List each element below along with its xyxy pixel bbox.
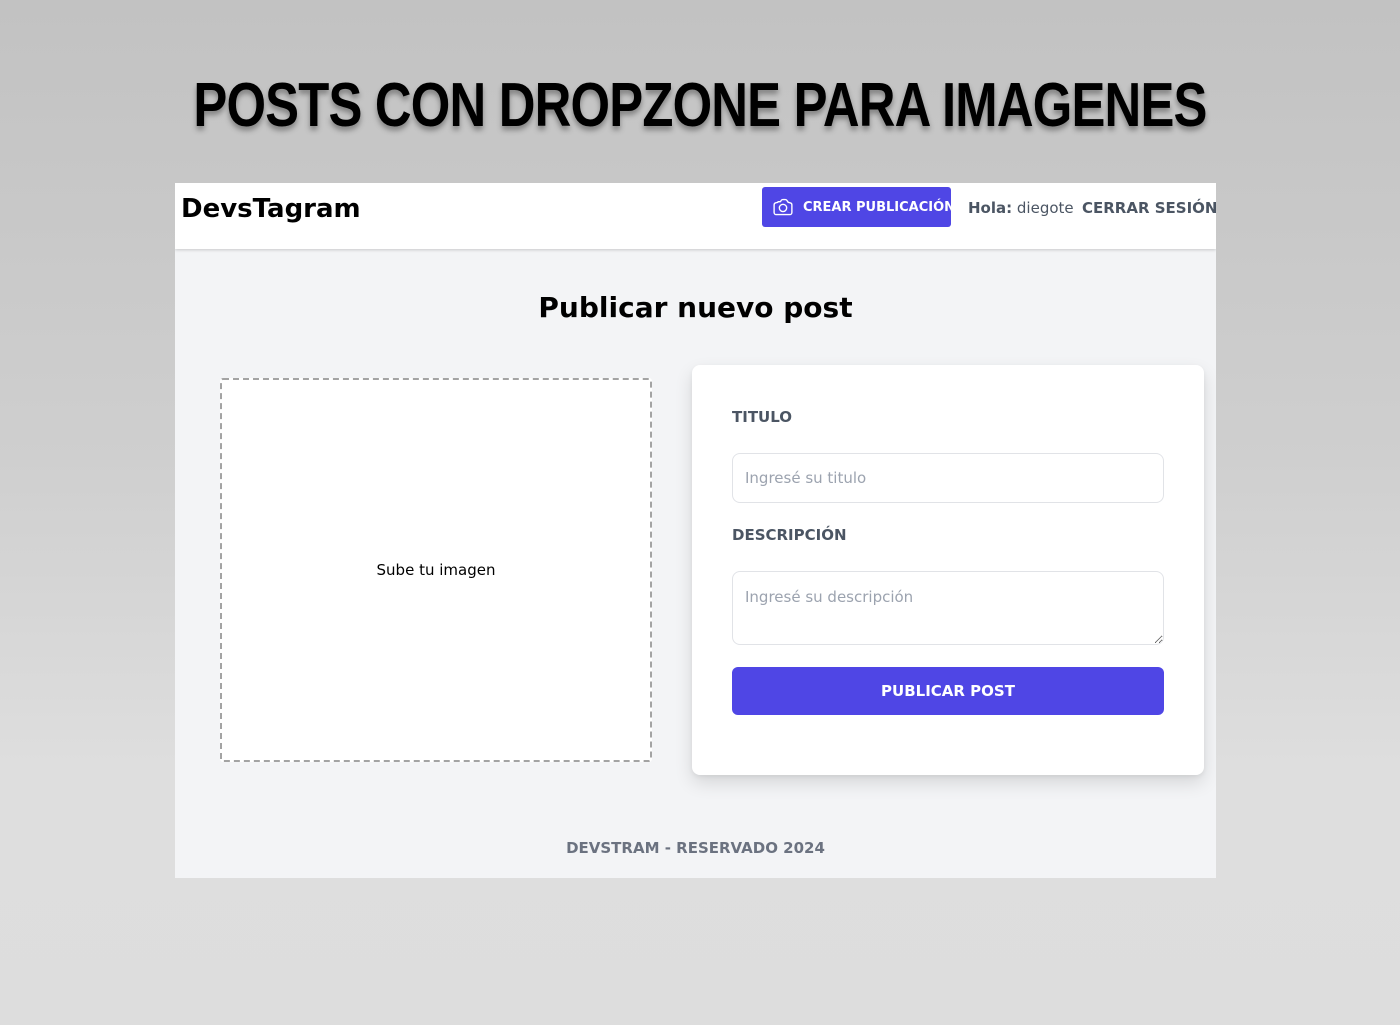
post-form-card: TITULO DESCRIPCIÓN PUBLICAR POST (692, 365, 1204, 775)
image-dropzone[interactable]: Sube tu imagen (220, 378, 652, 762)
title-input[interactable] (732, 453, 1164, 503)
camera-icon (772, 196, 794, 218)
description-textarea[interactable] (732, 571, 1164, 645)
description-label: DESCRIPCIÓN (732, 526, 847, 544)
username[interactable]: diegote (1017, 199, 1074, 217)
logout-button[interactable]: CERRAR SESIÓN (1082, 197, 1216, 219)
publish-post-button[interactable]: PUBLICAR POST (732, 667, 1164, 715)
dropzone-message: Sube tu imagen (376, 561, 496, 579)
title-label: TITULO (732, 408, 792, 426)
greeting-prefix: Hola: (968, 199, 1013, 217)
footer-text: DEVSTRAM - RESERVADO 2024 (566, 839, 825, 857)
user-greeting: Hola: diegote (968, 197, 1074, 219)
create-post-label: CREAR PUBLICACIÓN (803, 199, 956, 215)
brand-logo[interactable]: DevsTagram (181, 193, 361, 225)
page-title: Publicar nuevo post (538, 291, 853, 324)
create-post-button[interactable]: CREAR PUBLICACIÓN (762, 187, 955, 227)
banner-title: POSTS CON DROPZONE PARA IMAGENES (193, 71, 1207, 140)
app-header: DevsTagram CREAR PUBLICACIÓN Hola: diego… (175, 183, 1216, 249)
app-window: DevsTagram CREAR PUBLICACIÓN Hola: diego… (175, 183, 1216, 878)
